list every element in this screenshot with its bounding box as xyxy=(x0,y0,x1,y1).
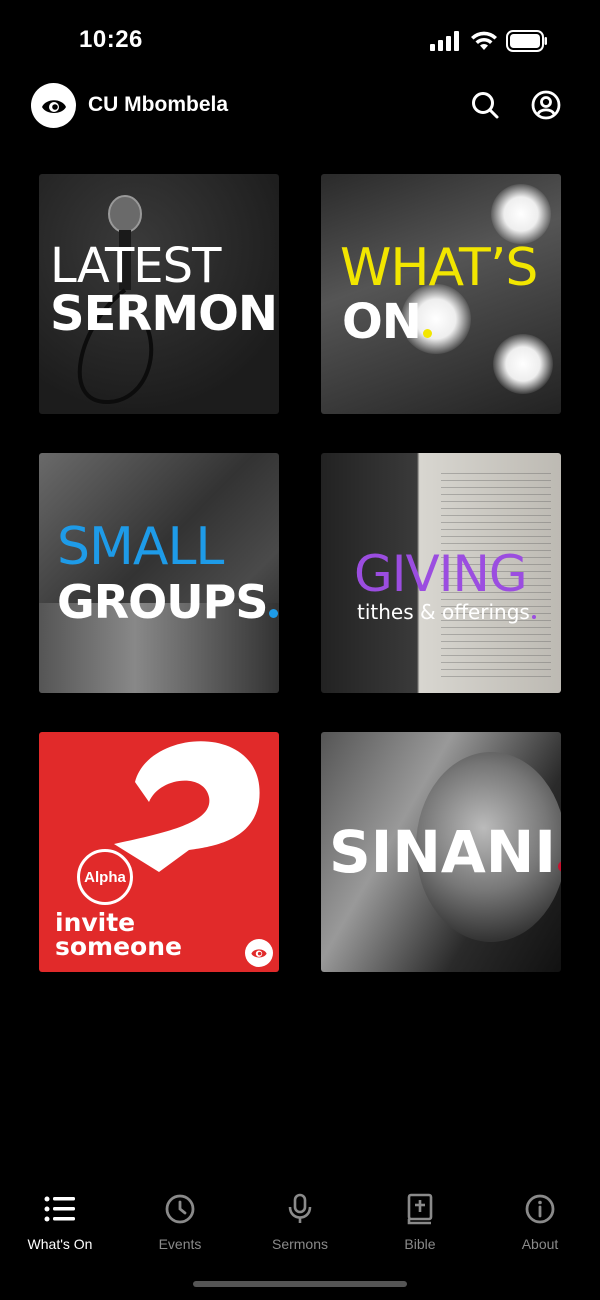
tile-title-line2: ON xyxy=(342,294,561,350)
tab-events[interactable]: Events xyxy=(120,1192,240,1252)
tile-alpha-invite[interactable]: Alpha invite someone xyxy=(39,732,279,972)
battery-icon xyxy=(506,30,547,52)
tab-label: About xyxy=(521,1236,559,1252)
tab-label: Events xyxy=(158,1236,202,1252)
light-bulb-photo xyxy=(491,184,551,244)
clock-icon xyxy=(165,1194,195,1224)
tile-title-line1: SINANI xyxy=(329,818,561,886)
tile-title-text: SINANI xyxy=(329,818,556,886)
eye-logo-icon xyxy=(41,99,66,113)
tile-title-line2: SERMONS xyxy=(50,286,279,342)
tile-whats-on[interactable]: WHAT’S ON xyxy=(321,174,561,414)
alpha-badge-text: Alpha xyxy=(84,868,126,886)
status-bar: 10:26 xyxy=(0,0,600,80)
info-icon xyxy=(525,1194,555,1224)
church-logo xyxy=(31,83,76,128)
wifi-icon xyxy=(471,31,497,50)
tile-title-line2: GROUPS xyxy=(57,575,279,629)
tile-sinani[interactable]: SINANI xyxy=(321,732,561,972)
tile-title-line2-text: SERMONS xyxy=(50,286,279,342)
alpha-badge: Alpha xyxy=(77,849,133,905)
tab-about[interactable]: About xyxy=(480,1192,600,1252)
status-time: 10:26 xyxy=(79,26,143,53)
tile-title-line2-text: GROUPS xyxy=(57,575,268,629)
bottom-tab-bar: What's On Events Sermons Bible About xyxy=(0,1180,600,1270)
tab-bible[interactable]: Bible xyxy=(360,1192,480,1252)
tile-small-groups[interactable]: SMALL GROUPS xyxy=(39,453,279,693)
tab-label: What's On xyxy=(27,1236,93,1252)
tile-title-line2-text: ON xyxy=(342,294,422,350)
small-logo xyxy=(245,939,273,967)
status-icons xyxy=(430,30,548,52)
tab-sermons[interactable]: Sermons xyxy=(240,1192,360,1252)
tile-title-line1: GIVING xyxy=(354,545,528,603)
tab-label: Bible xyxy=(404,1236,436,1252)
tile-title-line1: SMALL xyxy=(57,517,224,577)
accent-dot xyxy=(557,861,561,872)
search-button[interactable] xyxy=(469,89,501,121)
tab-label: Sermons xyxy=(271,1236,329,1252)
app-title: CU Mbombela xyxy=(88,93,229,116)
eye-logo-icon xyxy=(251,949,267,958)
app-header: CU Mbombela xyxy=(0,80,600,140)
tile-latest-sermons[interactable]: LATEST SERMONS xyxy=(39,174,279,414)
tile-subtitle-text: tithes & offerings xyxy=(357,600,530,624)
tile-title-line1: WHAT’S xyxy=(340,238,538,298)
accent-dot xyxy=(531,615,536,619)
accent-dot xyxy=(422,329,432,338)
microphone-icon xyxy=(288,1193,312,1223)
list-icon xyxy=(44,1196,75,1222)
home-indicator[interactable] xyxy=(193,1281,407,1287)
account-icon xyxy=(531,90,561,120)
tab-whats-on[interactable]: What's On xyxy=(0,1192,120,1252)
account-button[interactable] xyxy=(530,89,562,121)
search-icon xyxy=(472,92,499,119)
tile-giving[interactable]: GIVING tithes & offerings xyxy=(321,453,561,693)
cellular-signal-icon xyxy=(430,31,459,51)
accent-dot xyxy=(269,609,279,618)
bible-icon xyxy=(407,1193,433,1225)
tile-subtitle: tithes & offerings xyxy=(357,600,561,624)
